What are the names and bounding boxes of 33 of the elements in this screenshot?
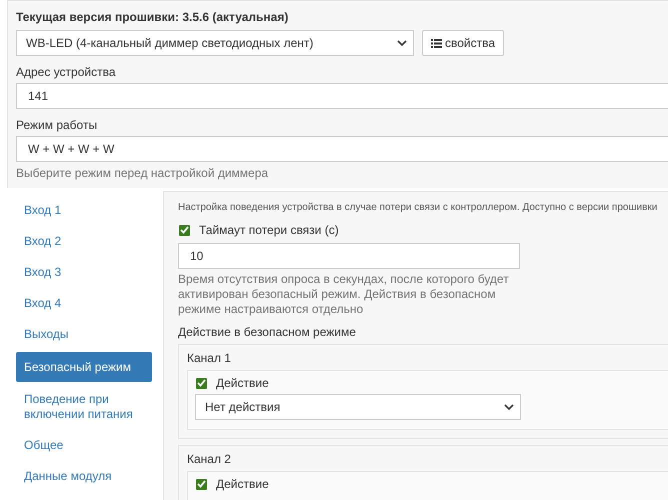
- chevron-down-icon: [397, 40, 407, 46]
- action-checkbox[interactable]: [196, 478, 207, 490]
- sidebar-item[interactable]: Вход 1: [16, 195, 152, 226]
- properties-button[interactable]: свойства: [422, 30, 504, 56]
- action-label: Действие: [216, 477, 269, 491]
- action-label: Действие: [216, 376, 269, 390]
- sidebar-item[interactable]: Выходы: [16, 319, 152, 350]
- channel-title: Канал 2: [187, 451, 232, 467]
- address-label: Адрес устройства: [16, 64, 117, 80]
- sidebar-item[interactable]: Данные модуля: [16, 461, 152, 492]
- timeout-label: Таймаут потери связи (с): [199, 223, 339, 237]
- firmware-version: Текущая версия прошивки: 3.5.6 (актуальная): [16, 9, 290, 25]
- channel-title: Канал 1: [187, 350, 232, 366]
- timeout-help-text: Время отсутствия опроса в секундах, после которого будет активирован безопасный режим. Действия в безопасном режиме настраиваются отдельно: [178, 272, 510, 317]
- description-text: Настройка поведения устройства в случае потери связи с контроллером. Доступно с версии прошивки: [178, 201, 658, 215]
- timeout-checkbox[interactable]: [179, 224, 190, 236]
- action-select[interactable]: Нет действия: [195, 394, 521, 420]
- mode-label: Режим работы: [16, 117, 98, 133]
- sidebar-item[interactable]: Поведение при включении питания: [16, 384, 152, 430]
- mode-field[interactable]: W + W + W + W: [16, 136, 668, 162]
- timeout-field[interactable]: 10: [178, 243, 520, 269]
- sidebar-item[interactable]: Вход 3: [16, 257, 152, 288]
- device-select[interactable]: WB-LED (4-канальный диммер светодиодных лент): [16, 30, 414, 56]
- sidebar-item[interactable]: Вход 2: [16, 226, 152, 257]
- sidebar-item[interactable]: Безопасный режим: [16, 352, 152, 382]
- mode-help-text: Выберите режим перед настройкой диммера: [16, 166, 270, 180]
- actions-heading: Действие в безопасном режиме: [178, 324, 357, 340]
- sidebar-item[interactable]: Общее: [16, 430, 152, 461]
- action-checkbox[interactable]: [196, 378, 207, 388]
- list-icon: [431, 38, 442, 48]
- address-field[interactable]: 141: [16, 83, 668, 109]
- sidebar-item[interactable]: Вход 4: [16, 288, 152, 319]
- chevron-down-icon: [504, 404, 514, 410]
